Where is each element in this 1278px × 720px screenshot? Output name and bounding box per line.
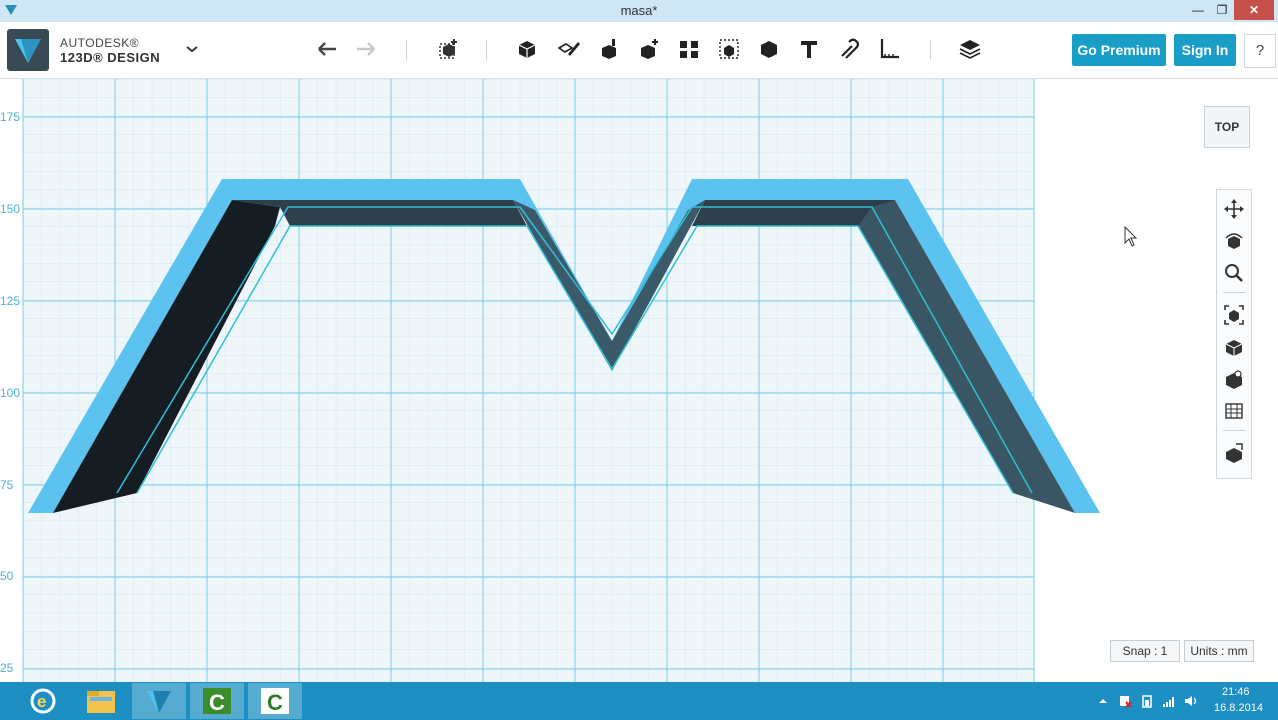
transform-icon[interactable] — [435, 36, 461, 62]
text-icon[interactable] — [796, 36, 822, 62]
volume-icon[interactable] — [1184, 694, 1198, 708]
sketch-icon[interactable] — [556, 36, 582, 62]
window-title: masa* — [620, 3, 658, 18]
file-explorer-icon[interactable] — [74, 683, 128, 719]
measure-icon[interactable] — [876, 36, 902, 62]
toolbar-divider — [930, 40, 931, 60]
primitives-icon[interactable] — [514, 36, 540, 62]
clock-date[interactable]: 16.8.2014 — [1214, 702, 1263, 714]
y-axis-label: 25 — [0, 661, 14, 675]
camtasia-studio-icon[interactable]: C — [248, 683, 302, 719]
network-icon[interactable] — [1162, 694, 1176, 708]
zoom-icon[interactable] — [1223, 262, 1245, 284]
snap-setting[interactable]: Snap : 1 — [1110, 640, 1180, 662]
restore-button[interactable]: ❐ — [1209, 0, 1235, 20]
y-axis-label: 100 — [0, 386, 21, 400]
close-button[interactable]: ✕ — [1234, 0, 1274, 20]
workplane-grid — [22, 79, 1138, 682]
app-menu-button[interactable] — [7, 29, 49, 71]
grouping-icon[interactable] — [716, 36, 742, 62]
mouse-cursor-icon — [1124, 225, 1138, 247]
internet-explorer-icon[interactable]: e — [16, 683, 70, 719]
visibility-icon[interactable] — [1223, 368, 1245, 390]
materials-icon[interactable] — [957, 36, 983, 62]
camtasia-recorder-icon[interactable]: C — [190, 683, 244, 719]
y-axis-label: 50 — [0, 569, 14, 583]
svg-text:C: C — [267, 690, 283, 715]
show-hidden-icons-icon[interactable] — [1096, 694, 1110, 708]
brand-company: AUTODESK® — [60, 36, 140, 50]
minimize-button[interactable]: — — [1185, 0, 1211, 20]
help-button[interactable]: ? — [1244, 34, 1276, 68]
perspective-icon[interactable] — [1223, 336, 1245, 358]
y-axis-label: 150 — [0, 202, 21, 216]
grid-icon[interactable] — [1223, 442, 1245, 464]
brand-product: 123D® DESIGN — [60, 50, 161, 65]
svg-text:e: e — [37, 692, 46, 711]
123d-design-icon[interactable] — [132, 683, 186, 719]
view-cube-top[interactable]: TOP — [1204, 106, 1250, 148]
fit-icon[interactable] — [1223, 304, 1245, 326]
y-axis-label: 125 — [0, 294, 21, 308]
pan-icon[interactable] — [1223, 198, 1245, 220]
clock-time[interactable]: 21:46 — [1222, 686, 1250, 698]
title-bar: masa* — ❐ ✕ — [0, 0, 1278, 22]
sign-in-button[interactable]: Sign In — [1174, 34, 1236, 66]
toolbar-divider — [486, 40, 487, 60]
orbit-icon[interactable] — [1223, 230, 1245, 252]
snap-icon[interactable] — [836, 36, 862, 62]
y-axis-label: 75 — [0, 478, 14, 492]
chevron-down-icon[interactable] — [185, 42, 199, 56]
action-center-icon[interactable] — [1118, 694, 1132, 708]
materials-view-icon[interactable] — [1223, 400, 1245, 422]
power-icon[interactable] — [1140, 694, 1154, 708]
redo-icon[interactable] — [353, 36, 379, 62]
undo-icon[interactable] — [314, 36, 340, 62]
y-axis-label: 175 — [0, 110, 21, 124]
modify-icon[interactable] — [636, 36, 662, 62]
design-viewport[interactable]: 175 150 125 100 75 50 25 TOP Snap: 1 Un… — [0, 79, 1278, 682]
windows-taskbar: e C C 21:46 16.8.2014 — [0, 682, 1278, 720]
pattern-icon[interactable] — [676, 36, 702, 62]
svg-text:C: C — [209, 690, 225, 715]
main-toolbar: AUTODESK® 123D® DESIGN Go Premium Sign I… — [0, 22, 1278, 79]
nav-divider — [1223, 292, 1245, 293]
navigation-bar — [1216, 189, 1252, 479]
nav-divider — [1223, 430, 1245, 431]
go-premium-button[interactable]: Go Premium — [1072, 34, 1166, 66]
app-logo-icon — [15, 39, 41, 63]
toolbar-divider — [406, 40, 407, 60]
construct-icon[interactable] — [596, 36, 622, 62]
units-setting[interactable]: Units : mm — [1184, 640, 1254, 662]
combine-icon[interactable] — [756, 36, 782, 62]
